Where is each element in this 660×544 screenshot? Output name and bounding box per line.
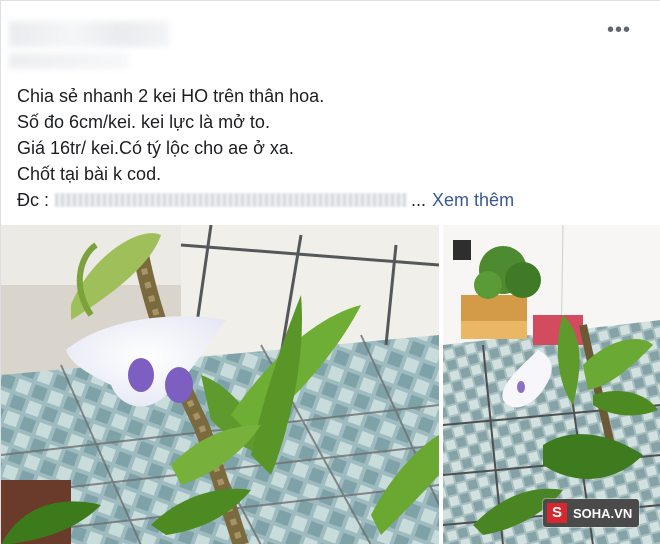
post-text: Chia sẻ nhanh 2 kei HO trên thân hoa. Số…: [17, 83, 637, 213]
post-text-line: Chia sẻ nhanh 2 kei HO trên thân hoa.: [17, 86, 325, 106]
redacted-address: [55, 193, 408, 207]
post-text-line: Chốt tại bài k cod.: [17, 164, 162, 184]
address-label: Đc :: [17, 190, 50, 210]
soha-watermark: S SOHA.VN: [543, 499, 639, 527]
orchid-plant-image: [443, 225, 660, 544]
orchid-photo-1[interactable]: [1, 225, 439, 544]
ellipsis: ...: [411, 190, 427, 210]
facebook-post: ••• Chia sẻ nhanh 2 kei HO trên thân hoa…: [0, 0, 660, 544]
blurred-author-name: [9, 21, 169, 47]
photo-grid: S SOHA.VN: [1, 225, 660, 544]
orchid-closeup-image: [1, 225, 439, 544]
orchid-photo-2[interactable]: S SOHA.VN: [443, 225, 660, 544]
post-text-line: Số đo 6cm/kei. kei lực là mở to.: [17, 112, 270, 132]
blurred-post-meta: [9, 53, 129, 69]
post-header: •••: [9, 13, 649, 73]
watermark-text: SOHA.VN: [573, 505, 633, 521]
address-line: Đc : ... Xem thêm: [17, 187, 637, 213]
post-text-line: Giá 16tr/ kei.Có tý lộc cho ae ở xa.: [17, 138, 294, 158]
see-more-link[interactable]: Xem thêm: [432, 187, 514, 213]
more-options-icon[interactable]: •••: [607, 20, 631, 40]
soha-logo-icon: S: [547, 503, 567, 523]
